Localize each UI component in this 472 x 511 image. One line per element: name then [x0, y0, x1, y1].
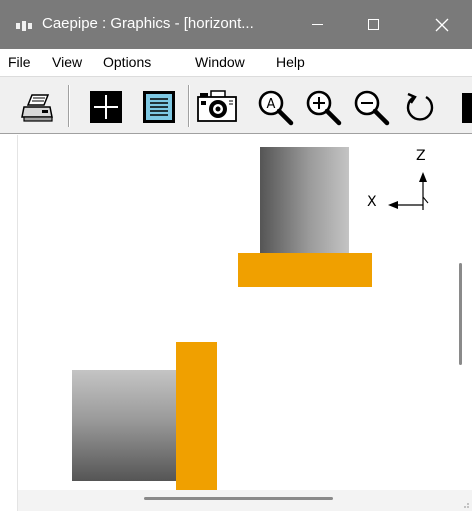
menu-bar: File View Options Window Help: [0, 49, 472, 76]
model-view: [72, 147, 429, 490]
left-margin: [0, 135, 18, 511]
caepipe-graphics-window: Caepipe : Graphics - [horizont... File V…: [0, 0, 472, 511]
toolbar-separator: [68, 85, 70, 127]
window-title: Caepipe : Graphics - [horizont...: [42, 15, 254, 32]
menu-window[interactable]: Window: [195, 54, 245, 71]
toolbar-separator: [188, 85, 190, 127]
maximize-button[interactable]: [345, 0, 401, 49]
more-tools-icon: [462, 93, 472, 123]
zoom-out-icon: [354, 90, 390, 126]
zoom-out-button[interactable]: [351, 87, 391, 127]
title-bar[interactable]: Caepipe : Graphics - [horizont...: [0, 0, 472, 49]
rotate-button[interactable]: [400, 87, 440, 127]
menu-file[interactable]: File: [8, 54, 31, 71]
support-plate-vertical[interactable]: [176, 342, 217, 490]
pipe-horizontal[interactable]: [72, 370, 178, 481]
minimize-button[interactable]: [289, 0, 345, 49]
vertical-scroll-thumb[interactable]: [459, 263, 462, 365]
axis-triad: [388, 172, 429, 210]
z-axis-label: Z: [416, 148, 426, 164]
resize-grip[interactable]: [456, 490, 472, 511]
menu-options[interactable]: Options: [103, 54, 151, 71]
rotate-icon: [406, 92, 434, 121]
svg-text:A: A: [267, 97, 276, 112]
camera-button[interactable]: [196, 87, 237, 127]
support-plate-horizontal[interactable]: [238, 253, 372, 287]
toolbar: A: [0, 76, 472, 134]
menu-help[interactable]: Help: [276, 54, 305, 71]
horizontal-scroll-thumb[interactable]: [144, 497, 333, 500]
maximize-icon: [367, 19, 379, 30]
close-icon: [435, 18, 449, 31]
print-button[interactable]: [18, 87, 58, 127]
horizontal-scrollbar[interactable]: [18, 490, 456, 511]
zoom-area-icon: A: [258, 90, 294, 126]
caepipe-app-icon: [16, 21, 38, 31]
x-axis-label: X: [367, 194, 377, 210]
crosshair-button[interactable]: [86, 87, 126, 127]
zoom-area-button[interactable]: A: [255, 87, 295, 127]
more-tools-button[interactable]: [458, 87, 472, 127]
document-list-icon: [143, 91, 175, 123]
resize-grip-icon: [464, 503, 469, 508]
zoom-in-button[interactable]: [303, 87, 343, 127]
document-list-button[interactable]: [139, 87, 179, 127]
minimize-icon: [311, 24, 323, 25]
camera-icon: [197, 90, 237, 122]
graphics-canvas[interactable]: Z X: [18, 135, 456, 490]
print-icon: [21, 94, 53, 122]
close-button[interactable]: [412, 0, 472, 49]
crosshair-icon: [90, 91, 122, 123]
pipe-vertical[interactable]: [260, 147, 349, 255]
zoom-in-icon: [306, 90, 342, 126]
menu-view[interactable]: View: [52, 54, 82, 71]
